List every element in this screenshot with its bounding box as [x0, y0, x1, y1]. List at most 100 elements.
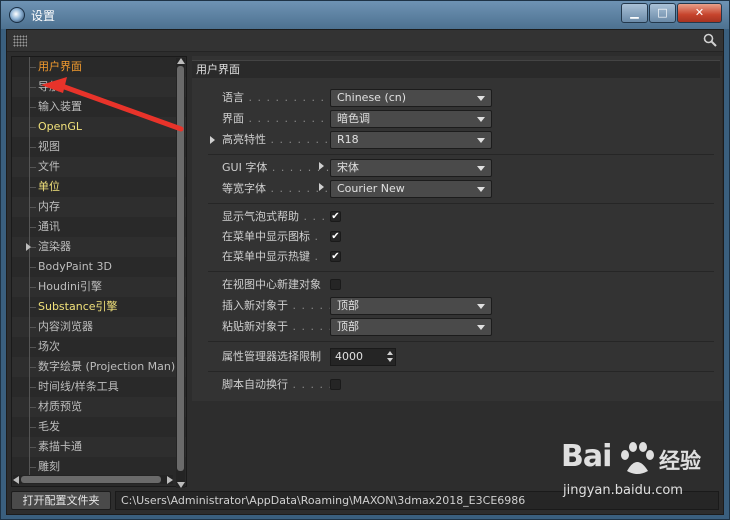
app-logo-icon [9, 7, 25, 23]
tree-item-label: 内存 [38, 200, 60, 213]
tree-item-label: 素描卡通 [38, 440, 82, 453]
gui-font-dropdown[interactable]: 宋体 [330, 159, 492, 177]
chevron-down-icon [477, 138, 485, 143]
spinner-icon[interactable] [387, 350, 393, 364]
mono-font-label: 等宽字体 [222, 182, 266, 195]
mono-font-dropdown[interactable]: Courier New [330, 180, 492, 198]
tree-item-label: 场次 [38, 340, 60, 353]
menu-icons-checkbox[interactable]: ✔ [330, 231, 341, 242]
watermark-url: jingyan.baidu.com [563, 483, 683, 498]
open-config-folder-button[interactable]: 打开配置文件夹 [11, 491, 111, 510]
minimize-button[interactable]: ▁ [621, 3, 648, 23]
gui-font-label: GUI 字体 [222, 161, 268, 174]
scheme-label: 界面 [222, 112, 244, 125]
attr-limit-stepper[interactable]: 4000 [330, 348, 396, 366]
annotation-arrow-shaft [56, 82, 184, 132]
tree-item-label: 时间线/样条工具 [38, 380, 119, 393]
tree-horizontal-scrollbar[interactable] [13, 475, 173, 484]
separator [208, 341, 714, 342]
script-wrap-label: 脚本自动换行 [222, 378, 288, 391]
scroll-right-icon[interactable] [167, 476, 173, 484]
expand-arrow-icon[interactable] [26, 243, 31, 251]
separator [208, 271, 714, 272]
tree-item[interactable]: 数字绘景 (Projection Man) [12, 357, 186, 377]
chevron-down-icon [477, 96, 485, 101]
separator [208, 154, 714, 155]
new-obj-center-label: 在视图中心新建对象 [222, 278, 321, 291]
chevron-down-icon [477, 325, 485, 330]
language-row: 语言 . . . . . . . . . . . . Chinese (cn) [192, 88, 722, 108]
tree-item-label: BodyPaint 3D [38, 260, 112, 273]
tree-item-label: 数字绘景 (Projection Man) [38, 360, 176, 373]
tree-item[interactable]: 时间线/样条工具 [12, 377, 186, 397]
tree-item[interactable]: 毛发 [12, 417, 186, 437]
maximize-button[interactable]: □ [649, 3, 676, 23]
tree-item[interactable]: 内容浏览器 [12, 317, 186, 337]
language-dropdown[interactable]: Chinese (cn) [330, 89, 492, 107]
paw-icon [621, 442, 654, 474]
tree-item-label: 文件 [38, 160, 60, 173]
highlight-row: 高亮特性 . . . . . . . . . R18 [192, 130, 722, 150]
tree-item[interactable]: 通讯 [12, 217, 186, 237]
watermark-logo: Bai [561, 439, 612, 474]
language-label: 语言 [222, 91, 244, 104]
attr-limit-label: 属性管理器选择限制 [222, 350, 321, 363]
tree-item-label: 单位 [38, 180, 60, 193]
grip-icon[interactable] [13, 35, 27, 47]
font-arrow-icon[interactable] [319, 183, 324, 191]
tree-item-label: 渲染器 [38, 240, 71, 253]
gui-font-row: GUI 字体 . . . . . . . 宋体 [192, 158, 722, 178]
watermark-cn: 经验 [659, 449, 701, 473]
tree-item-label: 视图 [38, 140, 60, 153]
tree-item[interactable]: 场次 [12, 337, 186, 357]
tree-item[interactable]: Houdini引擎 [12, 277, 186, 297]
gui-font-value: 宋体 [337, 161, 359, 174]
highlight-dropdown[interactable]: R18 [330, 131, 492, 149]
attr-limit-row: 属性管理器选择限制 4000 [192, 347, 722, 367]
menu-hotkeys-checkbox[interactable]: ✔ [330, 251, 341, 262]
toolbar [7, 30, 723, 52]
tree-item[interactable]: 单位 [12, 177, 186, 197]
search-icon[interactable] [703, 33, 717, 47]
tree-item[interactable]: BodyPaint 3D [12, 257, 186, 277]
hscroll-thumb[interactable] [21, 476, 161, 483]
scroll-left-icon[interactable] [13, 476, 19, 484]
close-button[interactable]: ✕ [677, 3, 722, 23]
tree-item[interactable]: 雕刻 [12, 457, 186, 477]
script-wrap-checkbox[interactable] [330, 379, 341, 390]
chevron-down-icon [477, 117, 485, 122]
font-arrow-icon[interactable] [319, 162, 324, 170]
insert-obj-dropdown[interactable]: 顶部 [330, 297, 492, 315]
tree-item[interactable]: 文件 [12, 157, 186, 177]
scheme-dropdown[interactable]: 暗色调 [330, 110, 492, 128]
panel-header: 用户界面 [192, 60, 720, 78]
new-obj-center-checkbox[interactable] [330, 279, 341, 290]
tree-item[interactable]: 内存 [12, 197, 186, 217]
menu-hotkeys-label: 在菜单中显示热键 [222, 250, 310, 263]
tree-item[interactable]: 素描卡通 [12, 437, 186, 457]
insert-obj-value: 顶部 [337, 299, 359, 312]
scroll-up-icon[interactable] [177, 58, 185, 64]
highlight-label: 高亮特性 [222, 133, 266, 146]
tree-item[interactable]: 渲染器 [12, 237, 186, 257]
expand-arrow-icon[interactable] [210, 136, 215, 144]
tree-item-label: 毛发 [38, 420, 60, 433]
new-obj-center-row: 在视图中心新建对象 [192, 275, 722, 295]
paste-obj-label: 粘贴新对象于 [222, 320, 288, 333]
scheme-row: 界面 . . . . . . . . . . . . 暗色调 [192, 109, 722, 129]
insert-obj-dots: . . . . . [288, 299, 333, 312]
tree-item-label: 内容浏览器 [38, 320, 93, 333]
menu-icons-row: 在菜单中显示图标 . ✔ [192, 227, 722, 247]
baidu-watermark: Bai 经验 jingyan.baidu.com [561, 439, 726, 509]
menu-icons-label: 在菜单中显示图标 [222, 230, 310, 243]
tree-item[interactable]: Substance引擎 [12, 297, 186, 317]
attr-limit-value: 4000 [335, 350, 363, 363]
mono-font-value: Courier New [337, 182, 405, 195]
tree-item[interactable]: 材质预览 [12, 397, 186, 417]
bubble-help-checkbox[interactable]: ✔ [330, 211, 341, 222]
chevron-down-icon [477, 187, 485, 192]
separator [208, 371, 714, 372]
paste-obj-dropdown[interactable]: 顶部 [330, 318, 492, 336]
title-bar[interactable]: 设置 ▁ □ ✕ [1, 1, 729, 29]
insert-obj-row: 插入新对象于 . . . . . 顶部 [192, 296, 722, 316]
